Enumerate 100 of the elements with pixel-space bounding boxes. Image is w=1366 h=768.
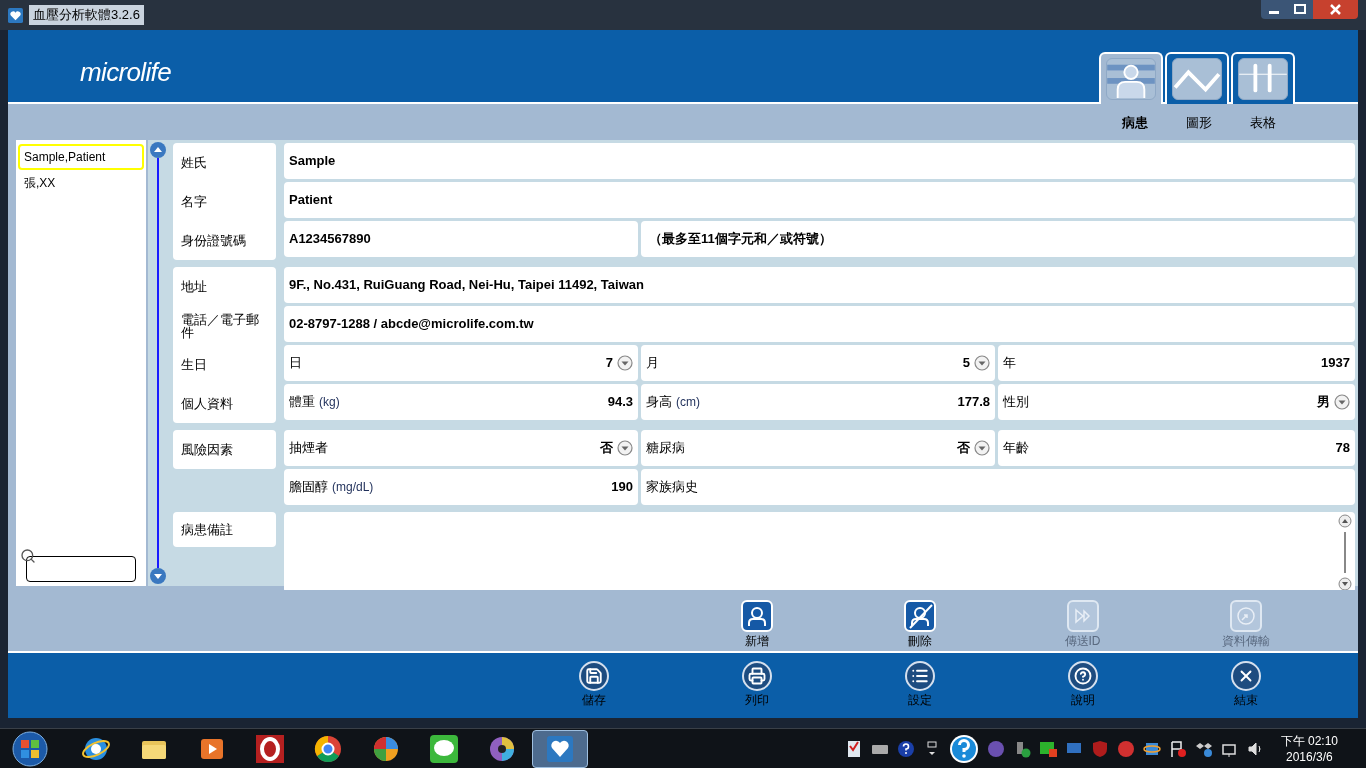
field-label: 膽固醇 bbox=[289, 478, 328, 497]
list-item[interactable]: 張,XX bbox=[18, 170, 144, 196]
input-field[interactable]: 年齡 78 bbox=[998, 430, 1355, 466]
taskbar-app[interactable] bbox=[532, 729, 588, 768]
field-value: 否 bbox=[600, 439, 613, 458]
field-label: 家族病史 bbox=[646, 478, 698, 497]
field-label: 糖尿病 bbox=[646, 439, 685, 458]
person-icon bbox=[1106, 58, 1156, 100]
dropdown-icon[interactable] bbox=[1334, 394, 1350, 410]
dropdown-icon[interactable] bbox=[617, 440, 633, 456]
field-value[interactable]: 9F., No.431, RuiGuang Road, Nei-Hu, Taipei 11492, Taiwan bbox=[284, 267, 1355, 303]
dropdown-icon[interactable] bbox=[974, 355, 990, 371]
minimize-icon[interactable] bbox=[1261, 0, 1287, 19]
shield-icon[interactable] bbox=[1090, 739, 1109, 758]
field-value: 男 bbox=[1317, 393, 1330, 412]
printer-icon[interactable] bbox=[741, 661, 772, 691]
close-icon[interactable] bbox=[1313, 0, 1358, 19]
field-label: 性別 bbox=[1003, 393, 1029, 412]
tab[interactable]: 圖形 bbox=[1167, 104, 1231, 140]
tab[interactable]: 表格 bbox=[1231, 104, 1295, 140]
scroll-track[interactable] bbox=[148, 140, 168, 586]
help-icon[interactable] bbox=[896, 739, 915, 758]
field-value: 否 bbox=[957, 439, 970, 458]
row-label: 身份證號碼 bbox=[180, 232, 247, 250]
field-value: 7 bbox=[605, 354, 613, 373]
help-icon[interactable] bbox=[948, 733, 979, 764]
tab-icon-button[interactable] bbox=[1165, 52, 1229, 104]
logo: microlife bbox=[80, 56, 171, 89]
row-label: 個人資料 bbox=[180, 395, 234, 413]
unit-label: (kg) bbox=[319, 394, 340, 411]
field-value: 177.8 bbox=[957, 393, 990, 412]
field-value[interactable]: Sample bbox=[284, 143, 1355, 179]
save-icon[interactable] bbox=[578, 661, 609, 691]
field-value: 78 bbox=[1335, 439, 1350, 458]
field-value: 94.3 bbox=[607, 393, 633, 412]
scroll-down-icon[interactable] bbox=[1338, 577, 1352, 591]
row-label: 病患備註 bbox=[173, 512, 276, 547]
scroll-down-icon[interactable] bbox=[150, 568, 166, 584]
window-title: 血壓分析軟體3.2.6 bbox=[29, 5, 144, 25]
field-value: 5 bbox=[962, 354, 970, 373]
field-value: 190 bbox=[611, 478, 633, 497]
maximize-icon[interactable] bbox=[1287, 0, 1313, 19]
input-field[interactable]: 年 1937 bbox=[998, 345, 1355, 381]
dropdown-field[interactable]: 月 5 bbox=[641, 345, 995, 381]
field-label: 抽煙者 bbox=[289, 439, 328, 458]
field-value: 1937 bbox=[1321, 354, 1350, 373]
field-value[interactable]: Patient bbox=[284, 182, 1355, 218]
field-hint: （最多至11個字元和／或符號） bbox=[641, 221, 1355, 257]
help-icon[interactable] bbox=[1067, 661, 1098, 691]
scroll-up-icon[interactable] bbox=[150, 142, 166, 158]
dropdown-field[interactable]: 性別 男 bbox=[998, 384, 1355, 420]
field-label: 年齡 bbox=[1003, 439, 1029, 458]
input-field[interactable]: 膽固醇 (mg/dL) 190 bbox=[284, 469, 638, 505]
tab-icon-button[interactable] bbox=[1231, 52, 1295, 104]
person-icon[interactable] bbox=[740, 600, 773, 632]
field-label: 體重 bbox=[289, 393, 315, 412]
row-label: 電話／電子郵件 bbox=[180, 310, 260, 342]
dropdown-field[interactable]: 日 7 bbox=[284, 345, 638, 381]
field-label: 身高 bbox=[646, 393, 672, 412]
field-value[interactable]: A1234567890 bbox=[284, 221, 638, 257]
search-icon bbox=[20, 548, 36, 564]
input-field[interactable]: 體重 (kg) 94.3 bbox=[284, 384, 638, 420]
close-icon[interactable] bbox=[1230, 661, 1261, 691]
list-icon[interactable] bbox=[904, 661, 935, 691]
action-button[interactable]: 刪除 bbox=[838, 590, 1001, 651]
clock-date: 2016/3/6 bbox=[1285, 748, 1333, 765]
start-button[interactable] bbox=[10, 728, 50, 768]
row-label: 地址 bbox=[180, 278, 208, 296]
chat-icon bbox=[429, 733, 459, 764]
row-label: 名字 bbox=[180, 193, 208, 211]
wave-icon bbox=[1172, 58, 1222, 100]
input-field[interactable]: 家族病史 bbox=[641, 469, 1355, 505]
unit-label: (mg/dL) bbox=[332, 479, 374, 496]
notes-field[interactable] bbox=[284, 512, 1355, 593]
field-label: 日 bbox=[289, 354, 302, 373]
dropdown-field[interactable]: 抽煙者 否 bbox=[284, 430, 638, 466]
browser-icon bbox=[313, 733, 343, 764]
field-value[interactable]: 02-8797-1288 / abcde@microlife.com.tw bbox=[284, 306, 1355, 342]
row-label: 生日 bbox=[180, 356, 208, 374]
unit-label: (cm) bbox=[676, 394, 700, 411]
input-field[interactable]: 身高 (cm) 177.8 bbox=[641, 384, 995, 420]
row-label: 姓氏 bbox=[180, 154, 208, 172]
tab-icon-button[interactable] bbox=[1099, 52, 1163, 104]
columns-icon bbox=[1238, 58, 1288, 100]
field-label: 年 bbox=[1003, 354, 1016, 373]
dropdown-icon[interactable] bbox=[974, 440, 990, 456]
flag-icon[interactable] bbox=[1168, 739, 1187, 758]
clock-time: 下午 02:10 bbox=[1280, 732, 1338, 749]
dropdown-icon[interactable] bbox=[617, 355, 633, 371]
tab[interactable]: 病患 bbox=[1103, 104, 1167, 140]
action-button[interactable]: 新增 bbox=[675, 590, 838, 651]
search-field[interactable] bbox=[26, 556, 136, 582]
field-label: 月 bbox=[646, 354, 659, 373]
list-item[interactable]: Sample,Patient bbox=[18, 144, 144, 170]
row-label: 風險因素 bbox=[180, 441, 234, 459]
ring-icon bbox=[255, 733, 285, 764]
person-slash-icon[interactable] bbox=[903, 600, 936, 632]
scroll-up-icon[interactable] bbox=[1338, 514, 1352, 528]
dropdown-field[interactable]: 糖尿病 否 bbox=[641, 430, 995, 466]
heart-icon bbox=[8, 7, 23, 23]
